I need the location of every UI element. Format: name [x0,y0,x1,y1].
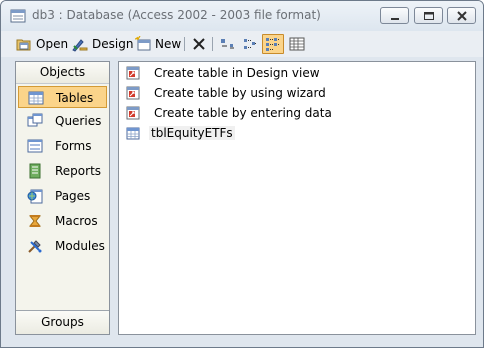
sidebar-item-reports[interactable]: Reports [18,160,107,182]
object-list[interactable]: Create table in Design view Create table… [118,61,476,335]
large-icons-view-icon [219,36,235,52]
list-item-label: Create table by using wizard [154,86,326,100]
maximize-button[interactable] [414,7,443,24]
sidebar-item-label: Macros [55,214,98,228]
database-icon [10,8,26,23]
design-button[interactable]: Design [72,34,133,54]
new-button[interactable]: New [134,34,182,54]
shortcut-icon [125,65,141,81]
table-icon [28,90,44,106]
groups-header[interactable]: Groups [16,310,109,334]
sidebar-item-tables[interactable]: Tables [18,86,107,108]
new-label: New [155,37,182,51]
sidebar-item-label: Forms [55,139,92,153]
delete-icon [191,36,207,52]
sidebar-item-forms[interactable]: Forms [18,135,107,157]
database-window: db3 : Database (Access 2002 - 2003 file … [0,0,484,348]
minimize-button[interactable] [380,7,409,24]
form-icon [27,138,43,154]
objects-header[interactable]: Objects [16,62,109,84]
page-icon [27,188,43,204]
open-button[interactable]: Open [16,34,69,54]
open-label: Open [36,37,69,51]
objects-bar: Objects Tables Queries Forms Reports Pag… [15,61,110,335]
table-icon [125,125,141,141]
small-icons-view-icon [242,36,258,52]
macro-icon [27,213,43,229]
design-label: Design [92,37,134,51]
window-title: db3 : Database (Access 2002 - 2003 file … [32,8,321,22]
minimize-icon [391,18,399,20]
sidebar-item-queries[interactable]: Queries [18,110,107,132]
sidebar-item-label: Reports [55,164,102,178]
list-item-label: tblEquityETFs [149,126,235,140]
open-icon [16,36,32,52]
toolbar: Open Design New [1,31,483,57]
close-button[interactable] [447,7,476,24]
list-view-icon [265,36,281,52]
large-icons-button[interactable] [217,34,237,54]
report-icon [27,163,43,179]
sidebar-item-label: Modules [55,239,105,253]
list-view-button[interactable] [262,34,284,54]
list-item-label: Create table by entering data [154,106,332,120]
details-view-button[interactable] [287,34,307,54]
sidebar-item-label: Pages [55,189,91,203]
maximize-icon [424,12,434,20]
toolbar-separator [212,37,213,51]
sidebar-item-modules[interactable]: Modules [18,235,107,257]
sidebar-item-macros[interactable]: Macros [18,210,107,232]
new-icon [134,35,151,52]
delete-button[interactable] [190,34,208,54]
design-icon [72,36,88,52]
close-icon [457,11,467,21]
sidebar-item-label: Tables [56,91,94,105]
small-icons-button[interactable] [240,34,260,54]
sidebar-item-label: Queries [55,114,102,128]
module-icon [27,238,43,254]
toolbar-separator [184,37,185,51]
sidebar-item-pages[interactable]: Pages [18,185,107,207]
shortcut-icon [125,85,141,101]
shortcut-icon [125,105,141,121]
list-item-label: Create table in Design view [154,66,320,80]
title-bar[interactable]: db3 : Database (Access 2002 - 2003 file … [1,1,483,31]
query-icon [27,113,43,129]
details-view-icon [289,36,305,52]
